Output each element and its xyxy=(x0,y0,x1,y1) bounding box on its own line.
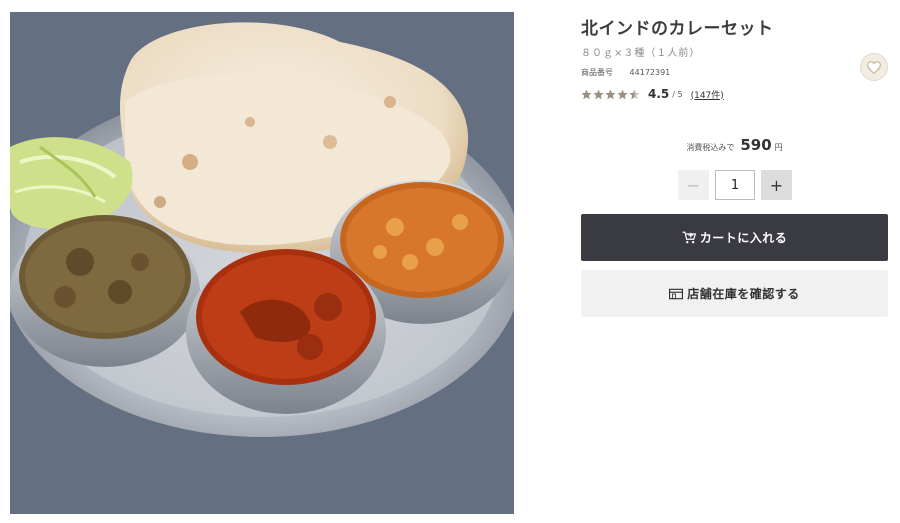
favorite-button[interactable] xyxy=(860,53,888,81)
quantity-stepper: − + xyxy=(678,170,792,200)
add-to-cart-label: カートに入れる xyxy=(699,231,788,245)
rating-max: / 5 xyxy=(672,89,683,99)
quantity-input[interactable] xyxy=(715,170,755,200)
product-image xyxy=(10,12,514,514)
check-store-stock-label: 店舗在庫を確認する xyxy=(687,287,800,301)
quantity-decrease-button[interactable]: − xyxy=(678,170,709,200)
product-code-value: 44172391 xyxy=(629,68,671,77)
add-to-cart-button[interactable]: カートに入れる xyxy=(581,214,888,261)
star-icon xyxy=(617,88,628,99)
star-icon xyxy=(593,88,604,99)
store-icon xyxy=(669,288,684,299)
star-icon xyxy=(581,88,592,99)
cart-icon xyxy=(682,231,696,244)
price-value: 590 xyxy=(740,136,772,154)
price: 消費税込みで 590 円 xyxy=(581,136,888,154)
rating-stars xyxy=(581,88,640,100)
star-icon xyxy=(605,88,616,99)
heart-icon xyxy=(867,60,881,74)
rating-value: 4.5 xyxy=(648,87,670,101)
product-code: 商品番号 44172391 xyxy=(581,67,670,78)
review-count-link[interactable]: (147件) xyxy=(691,88,724,101)
tax-label: 消費税込みで xyxy=(686,143,735,152)
product-title: 北インドのカレーセット xyxy=(581,19,774,39)
product-code-label: 商品番号 xyxy=(581,68,613,77)
check-store-stock-button[interactable]: 店舗在庫を確認する xyxy=(581,270,888,317)
star-icon xyxy=(629,88,640,99)
quantity-increase-button[interactable]: + xyxy=(761,170,792,200)
product-subtitle: ８０ｇ×３種（１人前） xyxy=(581,48,701,59)
price-currency: 円 xyxy=(774,143,783,152)
rating: 4.5 / 5 (147件) xyxy=(581,86,724,102)
